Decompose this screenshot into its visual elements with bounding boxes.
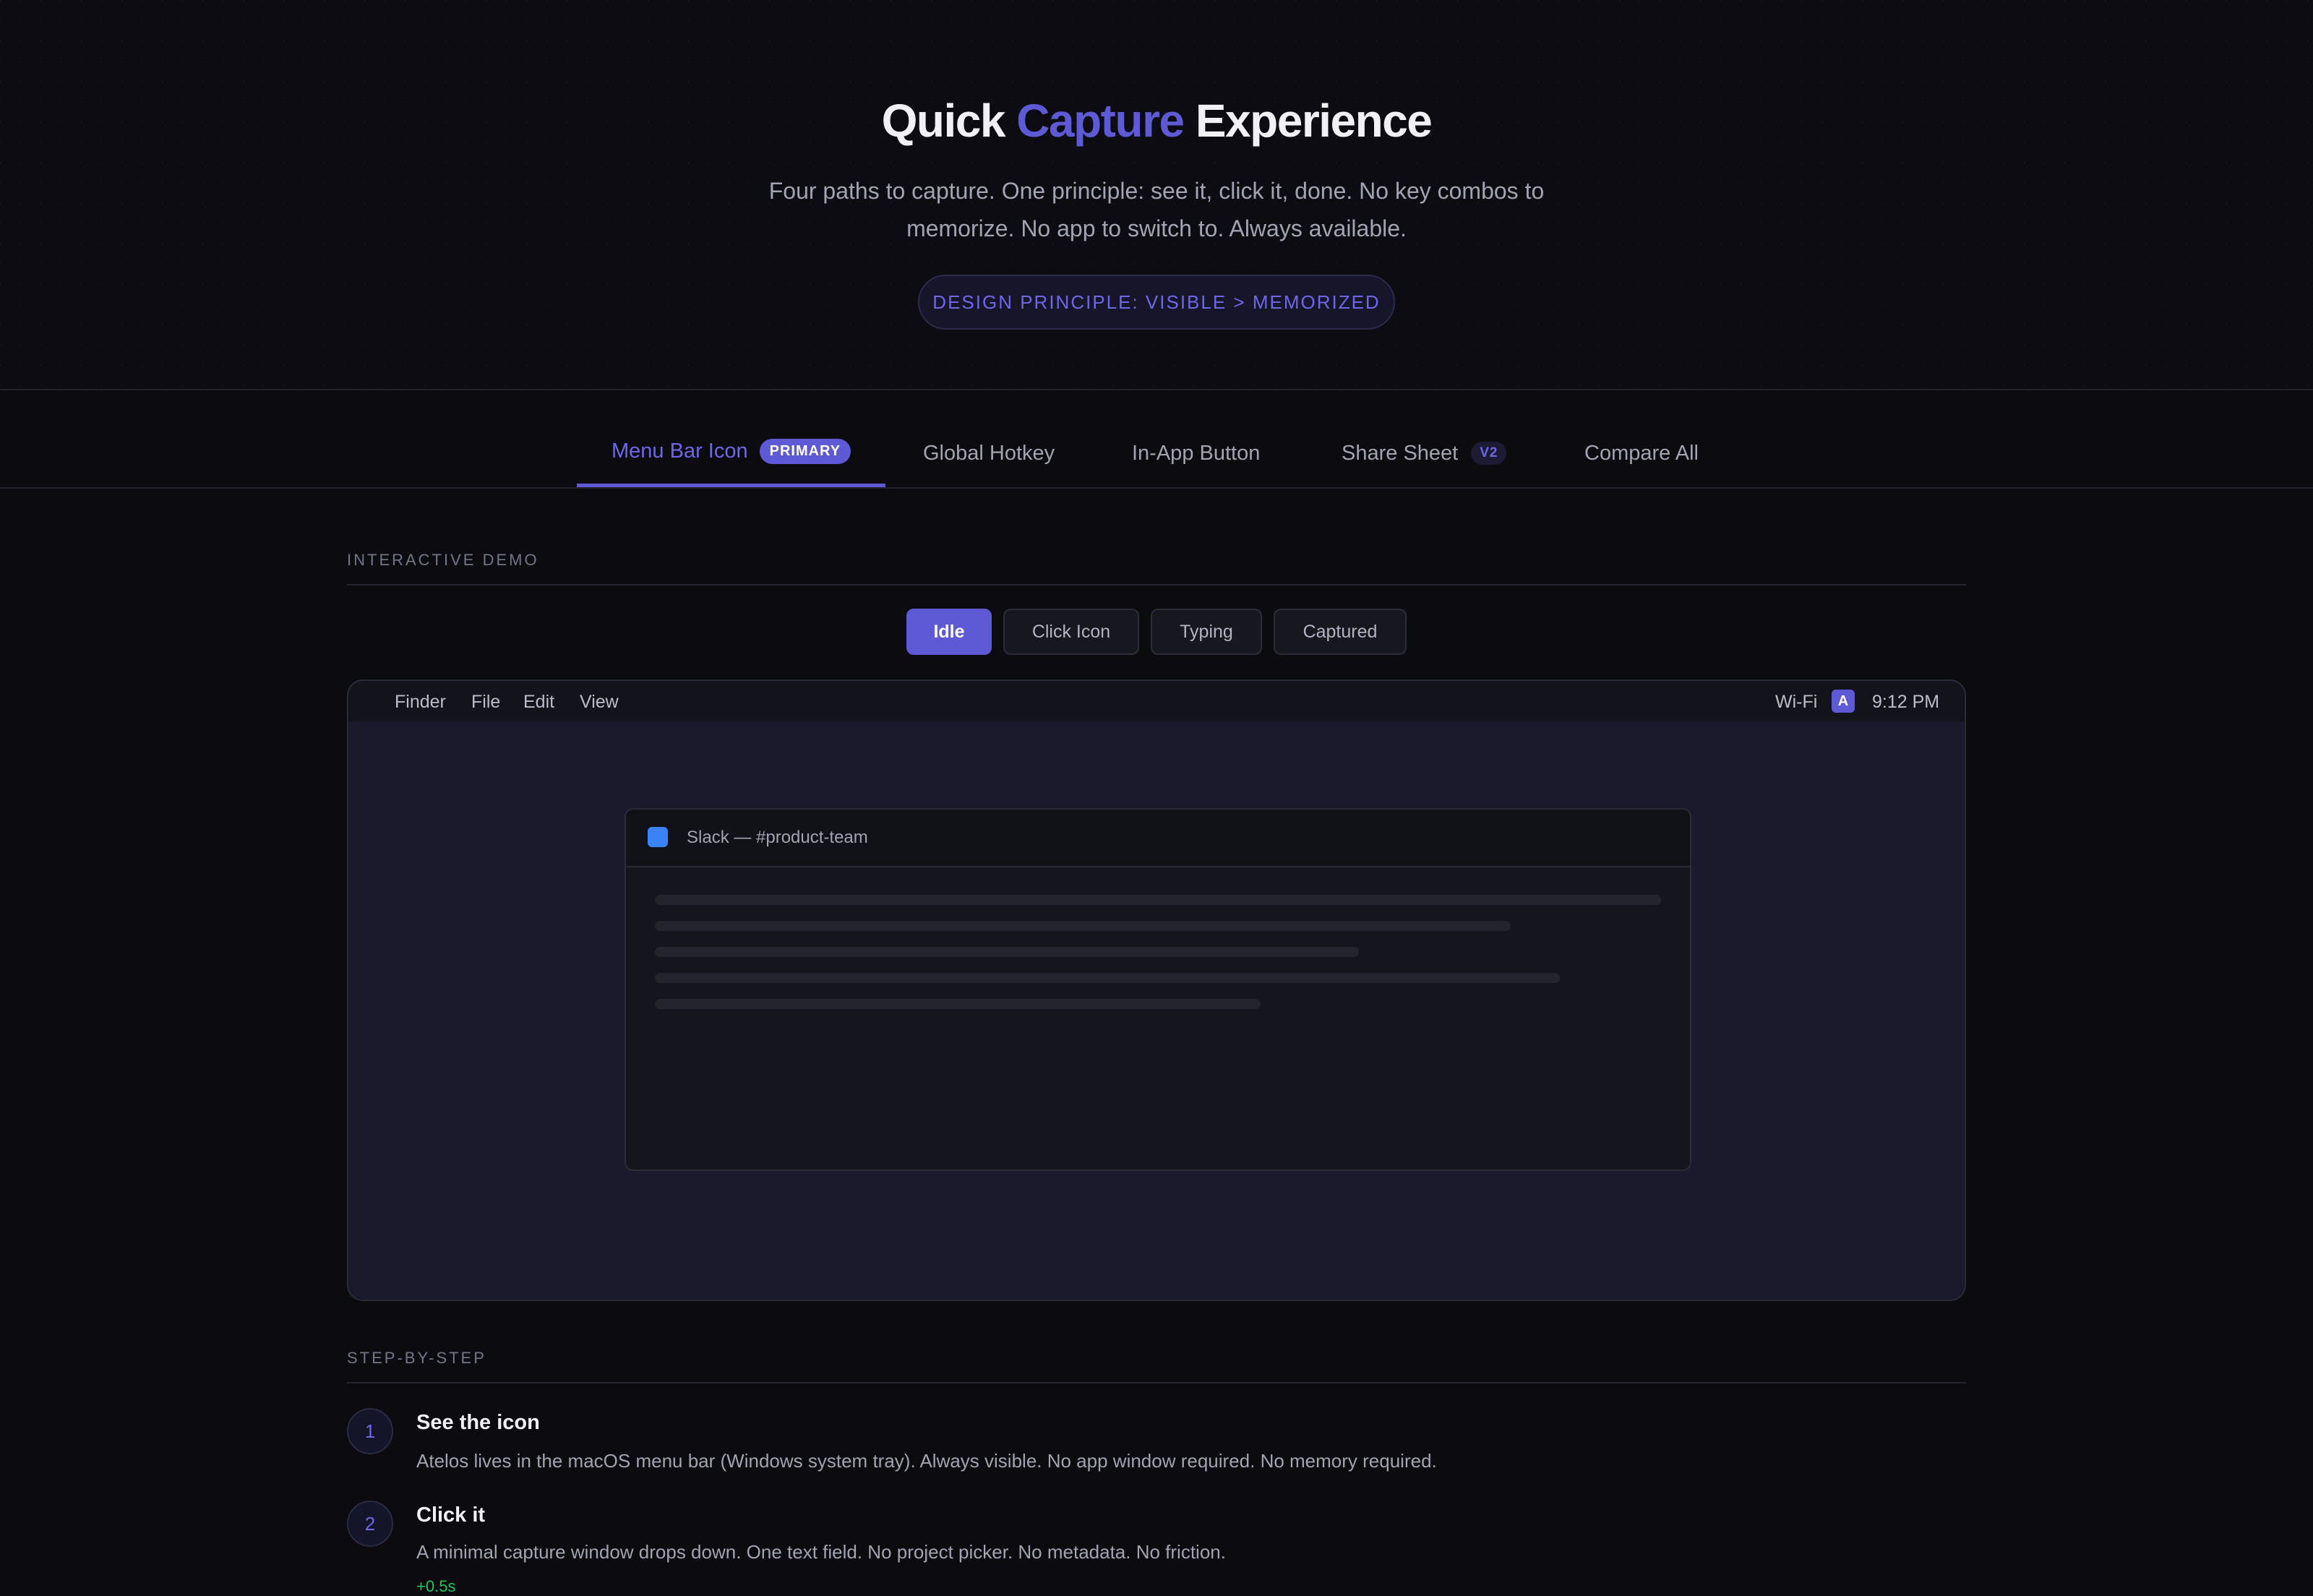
- state-button-typing[interactable]: Typing: [1151, 609, 1262, 655]
- menu-item-view[interactable]: View: [580, 692, 619, 713]
- content-placeholder-line: [655, 973, 1560, 983]
- tab-compare-all[interactable]: Compare All: [1584, 419, 1699, 487]
- state-button-click-icon[interactable]: Click Icon: [1003, 609, 1139, 655]
- wifi-indicator: Wi-Fi: [1775, 692, 1818, 712]
- hero: Quick Capture Experience Four paths to c…: [0, 0, 2313, 390]
- content-placeholder-line: [655, 999, 1261, 1009]
- tab-bar: Menu Bar Icon PRIMARY Global Hotkey In-A…: [0, 419, 2313, 489]
- primary-badge: PRIMARY: [759, 439, 851, 464]
- atelos-menu-bar-icon[interactable]: A: [1832, 690, 1855, 713]
- step-title: Click it: [416, 1503, 486, 1527]
- page-subtitle: Four paths to capture. One principle: se…: [768, 178, 1545, 241]
- tab-label: In-App Button: [1132, 441, 1261, 465]
- section-label-interactive-demo: INTERACTIVE DEMO: [347, 551, 1966, 585]
- menu-item-finder[interactable]: Finder: [395, 692, 446, 713]
- tab-label: Global Hotkey: [923, 441, 1055, 465]
- content-placeholder-line: [655, 921, 1511, 931]
- design-principle-badge: DESIGN PRINCIPLE: VISIBLE > MEMORIZED: [918, 275, 1395, 330]
- menu-item-edit[interactable]: Edit: [523, 692, 554, 713]
- step-title: See the icon: [416, 1411, 540, 1434]
- menu-item-file[interactable]: File: [471, 692, 500, 713]
- slack-app-icon: [648, 827, 668, 847]
- section-label-step-by-step: STEP-BY-STEP: [347, 1349, 1966, 1383]
- menu-bar-clock: 9:12 PM: [1872, 692, 1940, 712]
- title-accent: Capture: [1016, 95, 1185, 147]
- step-time-delta: +0.5s: [416, 1577, 456, 1595]
- tab-label: Compare All: [1584, 441, 1699, 465]
- tab-label: Share Sheet: [1342, 441, 1459, 465]
- window-title: Slack — #product-team: [687, 828, 868, 847]
- tab-share-sheet[interactable]: Share Sheet V2: [1342, 419, 1507, 487]
- title-suffix: Experience: [1195, 95, 1433, 147]
- tab-global-hotkey[interactable]: Global Hotkey: [923, 419, 1055, 487]
- window-titlebar: Slack — #product-team: [626, 810, 1690, 867]
- v2-badge: V2: [1471, 442, 1507, 465]
- tab-menu-bar-icon[interactable]: Menu Bar Icon PRIMARY: [577, 419, 886, 487]
- tab-label: Menu Bar Icon: [611, 439, 748, 463]
- step-description: A minimal capture window drops down. One…: [416, 1541, 1226, 1563]
- state-button-captured[interactable]: Captured: [1274, 609, 1407, 655]
- content-placeholder-line: [655, 947, 1359, 957]
- step-number: 2: [347, 1501, 393, 1547]
- step-number: 1: [347, 1408, 393, 1454]
- demo-desktop: Finder File Edit View Wi-Fi A 9:12 PM Sl…: [347, 679, 1966, 1301]
- title-prefix: Quick: [881, 95, 1006, 147]
- state-button-idle[interactable]: Idle: [906, 609, 992, 655]
- page-title: Quick Capture Experience: [0, 94, 2313, 147]
- slack-window: Slack — #product-team: [625, 808, 1691, 1171]
- tab-in-app-button[interactable]: In-App Button: [1132, 419, 1260, 487]
- content-placeholder-line: [655, 895, 1661, 905]
- step-description: Atelos lives in the macOS menu bar (Wind…: [416, 1450, 1437, 1472]
- menu-bar: Finder File Edit View Wi-Fi A 9:12 PM: [348, 681, 1965, 721]
